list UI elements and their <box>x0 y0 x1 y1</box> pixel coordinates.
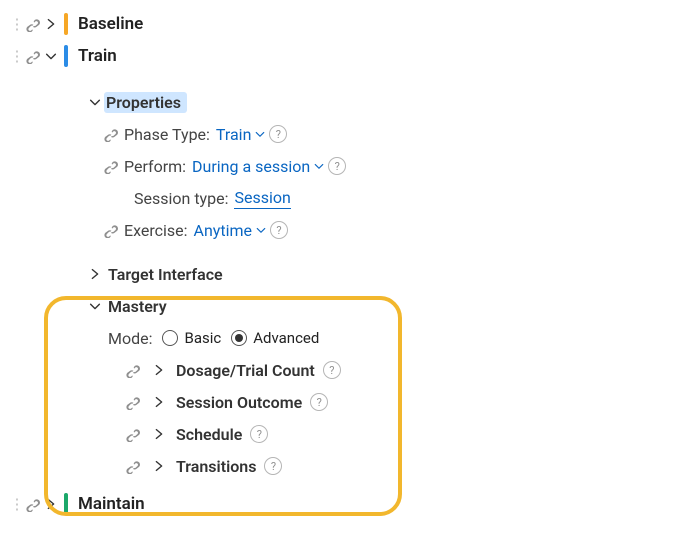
chevron-down-icon[interactable] <box>42 47 60 65</box>
mode-label: Mode: <box>108 329 152 348</box>
mastery-item-session-outcome[interactable]: Session Outcome ? <box>102 386 688 418</box>
help-icon[interactable]: ? <box>264 457 282 475</box>
phase-color-stripe <box>64 13 68 35</box>
prop-perform-label: Perform: <box>124 157 186 176</box>
mode-advanced-label: Advanced <box>253 329 319 347</box>
link-icon[interactable] <box>24 495 42 513</box>
phase-train-row[interactable]: ⋮ Train <box>0 40 688 72</box>
link-icon[interactable] <box>102 157 120 175</box>
mastery-items: Dosage/Trial Count ? Session Outcome ? S… <box>0 354 688 482</box>
help-icon[interactable]: ? <box>328 157 346 175</box>
link-icon[interactable] <box>124 425 142 443</box>
phase-maintain-row[interactable]: ⋮ Maintain <box>0 488 688 520</box>
phase-baseline-label: Baseline <box>78 14 143 34</box>
chevron-down-icon[interactable] <box>310 157 328 175</box>
prop-perform-value[interactable]: During a session <box>192 157 310 176</box>
chevron-right-icon[interactable] <box>150 361 168 379</box>
radio-icon <box>231 330 247 346</box>
phase-color-stripe <box>64 493 68 515</box>
chevron-right-icon[interactable] <box>42 15 60 33</box>
link-icon[interactable] <box>102 221 120 239</box>
section-mastery-row[interactable]: Mastery <box>0 290 688 322</box>
tree-root: ⋮ Baseline ⋮ Train Properties Phase <box>0 0 688 520</box>
help-icon[interactable]: ? <box>310 393 328 411</box>
section-properties-row[interactable]: Properties <box>0 86 688 118</box>
mode-basic-radio[interactable]: Basic <box>162 329 221 347</box>
help-icon[interactable]: ? <box>323 361 341 379</box>
mastery-item-label: Session Outcome <box>176 393 302 412</box>
prop-session-type-value[interactable]: Session <box>234 188 290 209</box>
link-icon[interactable] <box>124 393 142 411</box>
prop-exercise-row: Exercise: Anytime ? <box>0 214 688 246</box>
mode-advanced-radio[interactable]: Advanced <box>231 329 319 347</box>
mastery-item-schedule[interactable]: Schedule ? <box>102 418 688 450</box>
phase-maintain-label: Maintain <box>78 494 145 514</box>
prop-phase-type-value[interactable]: Train <box>216 125 252 144</box>
prop-session-type-row: Session type: Session <box>0 182 688 214</box>
chevron-right-icon[interactable] <box>150 425 168 443</box>
chevron-right-icon[interactable] <box>86 265 104 283</box>
mode-basic-label: Basic <box>184 329 221 347</box>
chevron-down-icon[interactable] <box>86 93 104 111</box>
section-target-interface-label: Target Interface <box>108 265 223 284</box>
chevron-down-icon[interactable] <box>86 297 104 315</box>
help-icon[interactable]: ? <box>250 425 268 443</box>
prop-session-type-label: Session type: <box>134 189 228 208</box>
prop-phase-type-row: Phase Type: Train ? <box>0 118 688 150</box>
prop-perform-row: Perform: During a session ? <box>0 150 688 182</box>
drag-handle-icon[interactable]: ⋮ <box>10 497 24 512</box>
mastery-item-label: Dosage/Trial Count <box>176 361 315 380</box>
section-mastery-label: Mastery <box>108 297 167 316</box>
chevron-down-icon[interactable] <box>251 125 269 143</box>
mastery-item-label: Schedule <box>176 425 242 444</box>
chevron-right-icon[interactable] <box>150 393 168 411</box>
link-icon[interactable] <box>124 457 142 475</box>
mastery-item-dosage[interactable]: Dosage/Trial Count ? <box>102 354 688 386</box>
phase-train-label: Train <box>78 46 117 66</box>
link-icon[interactable] <box>24 15 42 33</box>
drag-handle-icon[interactable]: ⋮ <box>10 17 24 32</box>
help-icon[interactable]: ? <box>270 221 288 239</box>
drag-handle-icon[interactable]: ⋮ <box>10 49 24 64</box>
chevron-down-icon[interactable] <box>252 221 270 239</box>
section-target-interface-row[interactable]: Target Interface <box>0 258 688 290</box>
phase-color-stripe <box>64 45 68 67</box>
prop-exercise-value[interactable]: Anytime <box>194 221 252 240</box>
link-icon[interactable] <box>102 125 120 143</box>
chevron-right-icon[interactable] <box>150 457 168 475</box>
prop-exercise-label: Exercise: <box>124 221 188 240</box>
radio-icon <box>162 330 178 346</box>
link-icon[interactable] <box>24 47 42 65</box>
chevron-right-icon[interactable] <box>42 495 60 513</box>
mastery-mode-row: Mode: Basic Advanced <box>0 322 688 354</box>
section-properties-label: Properties <box>104 92 187 113</box>
mastery-item-transitions[interactable]: Transitions ? <box>102 450 688 482</box>
link-icon[interactable] <box>124 361 142 379</box>
help-icon[interactable]: ? <box>269 125 287 143</box>
mastery-item-label: Transitions <box>176 457 256 476</box>
prop-phase-type-label: Phase Type: <box>124 125 210 144</box>
phase-baseline-row[interactable]: ⋮ Baseline <box>0 8 688 40</box>
